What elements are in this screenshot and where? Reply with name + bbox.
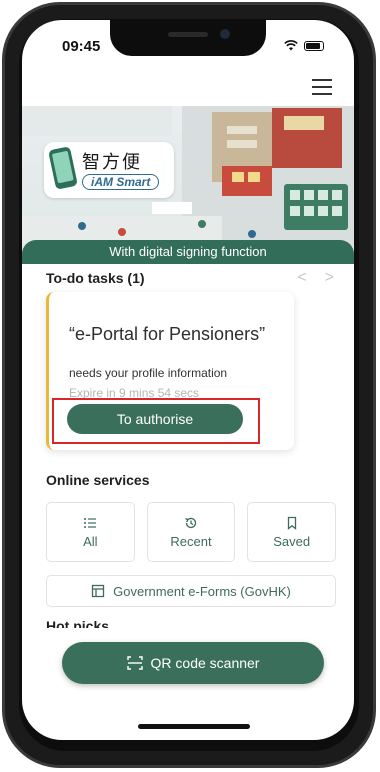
recent-label: Recent bbox=[170, 533, 212, 549]
home-indicator[interactable] bbox=[138, 724, 250, 729]
wifi-icon bbox=[284, 40, 298, 51]
todo-pagination: < > bbox=[297, 269, 334, 287]
gov-eforms-button[interactable]: Government e-Forms (GovHK) bbox=[46, 575, 336, 607]
status-time: 09:45 bbox=[62, 38, 101, 55]
digital-signing-banner: With digital signing function bbox=[22, 240, 354, 264]
saved-label: Saved bbox=[273, 533, 311, 549]
iam-smart-logo: 智方便 iAM Smart bbox=[44, 142, 174, 198]
form-icon bbox=[91, 584, 105, 598]
qr-scan-icon bbox=[126, 656, 143, 670]
all-services-button[interactable]: All bbox=[46, 502, 135, 562]
service-buttons-row: All Recent Saved bbox=[46, 502, 337, 562]
logo-phone-icon bbox=[48, 146, 78, 190]
battery-icon bbox=[304, 40, 324, 51]
notch bbox=[110, 20, 266, 56]
bookmark-icon bbox=[287, 516, 296, 530]
logo-english-text: iAM Smart bbox=[82, 174, 160, 190]
authorise-button[interactable]: To authorise bbox=[67, 404, 243, 434]
task-description: needs your profile information bbox=[69, 366, 228, 380]
task-title: “e-Portal for Pensioners” bbox=[69, 324, 266, 344]
chevron-left-icon[interactable]: < bbox=[297, 269, 306, 287]
speaker bbox=[168, 32, 208, 37]
todo-section-title: To-do tasks (1) bbox=[46, 270, 145, 286]
qr-scanner-label: QR code scanner bbox=[150, 655, 260, 671]
all-label: All bbox=[83, 533, 98, 549]
recent-services-button[interactable]: Recent bbox=[146, 502, 236, 562]
todo-task-card[interactable]: “e-Portal for Pensioners” needs your pro… bbox=[46, 292, 294, 450]
chevron-right-icon[interactable]: > bbox=[325, 269, 334, 287]
gov-eforms-label: Government e-Forms (GovHK) bbox=[113, 583, 291, 599]
task-expire-text: Expire in 9 mins 54 secs bbox=[69, 386, 200, 400]
status-icons bbox=[284, 40, 324, 51]
qr-scanner-button[interactable]: QR code scanner bbox=[62, 642, 324, 684]
saved-services-button[interactable]: Saved bbox=[247, 502, 337, 562]
list-icon bbox=[84, 517, 97, 528]
history-icon bbox=[185, 517, 197, 528]
hamburger-menu-icon[interactable] bbox=[312, 78, 332, 96]
logo-chinese-text: 智方便 bbox=[82, 152, 142, 173]
hot-picks-title: Hot picks bbox=[46, 618, 110, 628]
online-services-title: Online services bbox=[46, 472, 150, 488]
app-screen: 09:45 智方便 iAM Smart With digital signing… bbox=[22, 20, 354, 740]
front-camera bbox=[220, 29, 230, 39]
